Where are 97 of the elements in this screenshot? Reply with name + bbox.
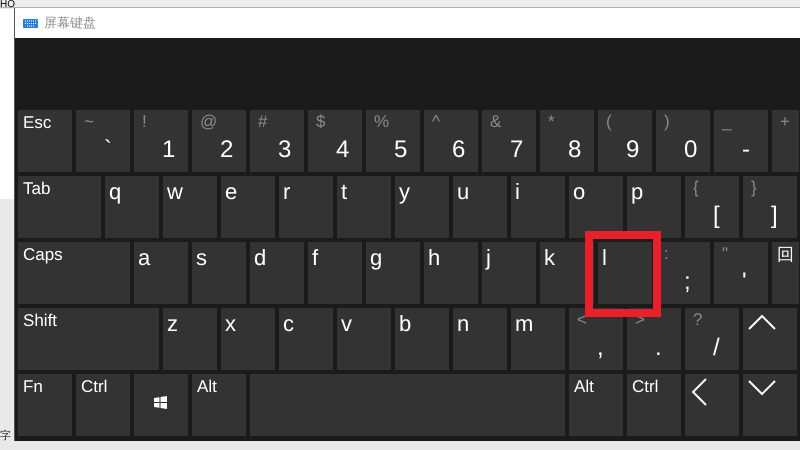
key[interactable]: Fn (18, 374, 72, 436)
key[interactable]: Alt (192, 374, 246, 436)
key[interactable]: " ' (714, 242, 768, 304)
shift-symbol: ? (693, 310, 702, 330)
key-symbol: 7 (510, 136, 524, 164)
key[interactable]: q (105, 176, 159, 238)
shift-symbol: + (780, 112, 790, 132)
key[interactable]: m (511, 308, 565, 370)
shift-symbol: " (722, 244, 728, 264)
key[interactable]: a (134, 242, 188, 304)
key-symbol: / (713, 334, 720, 362)
key[interactable]: p (627, 176, 681, 238)
key-symbol: ` (104, 136, 112, 164)
key[interactable]: r (279, 176, 333, 238)
key[interactable]: # 3 (250, 110, 304, 172)
key-symbol: . (655, 334, 662, 362)
key[interactable]: ! 1 (134, 110, 188, 172)
key-symbol: 2 (220, 136, 234, 164)
keyboard-icon (23, 18, 38, 28)
key[interactable]: n (453, 308, 507, 370)
key[interactable]: o (569, 176, 623, 238)
shift-symbol: ) (664, 112, 670, 132)
shift-symbol: ! (142, 112, 147, 132)
key-symbol: 6 (452, 136, 466, 164)
key[interactable] (134, 374, 188, 436)
key[interactable]: Shift (18, 308, 159, 370)
key[interactable]: ~ ` (76, 110, 130, 172)
shift-symbol: { (693, 178, 699, 198)
window-title: 屏幕键盘 (44, 14, 96, 32)
key[interactable]: l (598, 242, 652, 304)
key-symbol: [ (713, 202, 720, 230)
key[interactable]: ? / (685, 308, 739, 370)
key[interactable]: h (424, 242, 478, 304)
key-symbol: ' (742, 268, 747, 296)
key[interactable]: ) 0 (656, 110, 710, 172)
key[interactable]: Ctrl (76, 374, 130, 436)
key[interactable]: + (772, 110, 799, 172)
key[interactable]: Alt (569, 374, 623, 436)
key[interactable]: v (337, 308, 391, 370)
background-text: 字 (0, 430, 11, 442)
key-symbol: 1 (162, 136, 176, 164)
key[interactable]: w (163, 176, 217, 238)
key[interactable]: x (221, 308, 275, 370)
key[interactable]: g (366, 242, 420, 304)
key[interactable]: @ 2 (192, 110, 246, 172)
shift-symbol: ~ (84, 112, 94, 132)
key[interactable]: ^ 6 (424, 110, 478, 172)
shift-symbol: ( (606, 112, 612, 132)
key[interactable]: u (453, 176, 507, 238)
key[interactable]: < , (569, 308, 623, 370)
shift-symbol: < (577, 310, 587, 330)
shift-symbol: & (490, 112, 502, 132)
key-symbol: 8 (568, 136, 582, 164)
background-text: HO (0, 0, 15, 10)
key[interactable]: Ctrl (627, 374, 681, 436)
windows-logo-icon (154, 396, 167, 409)
key[interactable]: i (511, 176, 565, 238)
shift-symbol: * (548, 112, 555, 132)
key[interactable]: d (250, 242, 304, 304)
key-symbol: 0 (684, 136, 698, 164)
shift-symbol: ^ (432, 112, 440, 132)
key[interactable]: % 5 (366, 110, 420, 172)
key-symbol: 5 (394, 136, 408, 164)
key[interactable]: f (308, 242, 362, 304)
key-symbol: ; (684, 268, 691, 296)
key-symbol: ] (771, 202, 778, 230)
key[interactable]: 回 (772, 242, 799, 304)
key-symbol: 4 (336, 136, 350, 164)
key[interactable]: & 7 (482, 110, 536, 172)
key-symbol: - (742, 136, 750, 164)
shift-symbol: # (258, 112, 268, 132)
key-symbol: 3 (278, 136, 292, 164)
shift-symbol: % (374, 112, 390, 132)
key[interactable]: $ 4 (308, 110, 362, 172)
shift-symbol: _ (722, 112, 732, 132)
key[interactable]: Tab (18, 176, 101, 238)
key[interactable]: c (279, 308, 333, 370)
key[interactable]: Esc (18, 110, 72, 172)
key[interactable]: z (163, 308, 217, 370)
key[interactable]: Caps (18, 242, 130, 304)
shift-symbol: } (751, 178, 757, 198)
key[interactable]: _ - (714, 110, 768, 172)
key-symbol: , (597, 334, 604, 362)
shift-symbol: @ (200, 112, 218, 132)
key[interactable]: y (395, 176, 449, 238)
key[interactable]: b (395, 308, 449, 370)
key[interactable]: e (221, 176, 275, 238)
key[interactable]: s (192, 242, 246, 304)
shift-symbol: $ (316, 112, 326, 132)
key[interactable]: * 8 (540, 110, 594, 172)
shift-symbol: : (664, 244, 669, 264)
key[interactable]: j (482, 242, 536, 304)
key[interactable]: ( 9 (598, 110, 652, 172)
key[interactable]: } ] (743, 176, 797, 238)
key[interactable]: { [ (685, 176, 739, 238)
key[interactable]: t (337, 176, 391, 238)
key-symbol: 9 (626, 136, 640, 164)
